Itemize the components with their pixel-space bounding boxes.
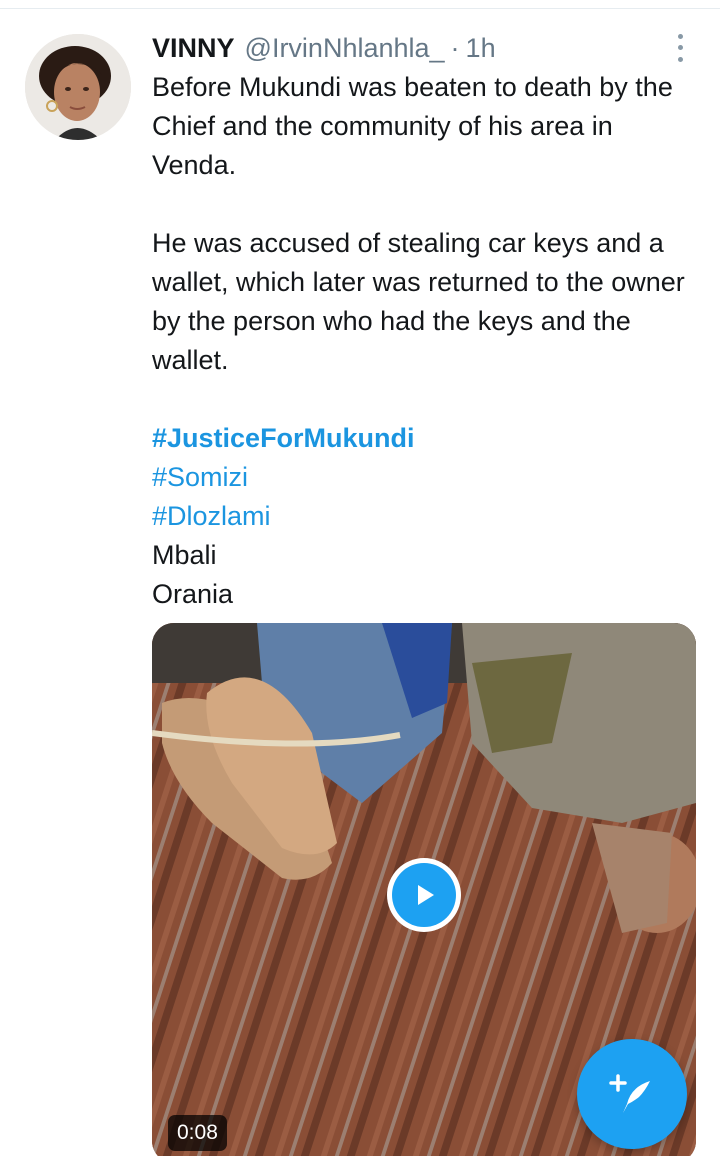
- author-handle[interactable]: @IrvinNhlanhla_: [245, 33, 445, 64]
- tweet-screen: VINNY @IrvinNhlanhla_ · 1h Before Mukund…: [0, 0, 720, 1156]
- play-icon: [392, 863, 456, 927]
- more-vertical-icon[interactable]: [668, 31, 692, 65]
- tweet-content: VINNY @IrvinNhlanhla_ · 1h Before Mukund…: [152, 28, 704, 614]
- tweet-timestamp[interactable]: 1h: [466, 33, 496, 64]
- author-name[interactable]: VINNY: [152, 33, 235, 64]
- more-dot: [677, 34, 683, 40]
- hashtag-somizi[interactable]: #Somizi: [152, 458, 704, 497]
- compose-tweet-icon: [609, 1074, 650, 1113]
- video-duration-badge: 0:08: [168, 1115, 227, 1151]
- hashtag-dlozlami[interactable]: #Dlozlami: [152, 497, 704, 536]
- top-divider: [0, 0, 720, 9]
- more-dot: [677, 56, 683, 62]
- tweet-paragraph-1: Before Mukundi was beaten to death by th…: [152, 72, 673, 180]
- tweet-line-mbali: Mbali: [152, 540, 217, 570]
- compose-tweet-button[interactable]: [577, 1039, 687, 1149]
- tweet-text: Before Mukundi was beaten to death by th…: [152, 68, 704, 614]
- play-button[interactable]: [387, 858, 461, 932]
- tweet-header: VINNY @IrvinNhlanhla_ · 1h: [152, 28, 704, 68]
- more-dot: [677, 45, 683, 51]
- avatar-image: [25, 34, 131, 140]
- tweet-paragraph-2: He was accused of stealing car keys and …: [152, 228, 685, 375]
- header-separator: ·: [450, 32, 460, 63]
- avatar[interactable]: [25, 34, 131, 140]
- tweet-line-orania: Orania: [152, 579, 234, 609]
- hashtag-justice-for-mukundi[interactable]: #JusticeForMukundi: [152, 419, 704, 458]
